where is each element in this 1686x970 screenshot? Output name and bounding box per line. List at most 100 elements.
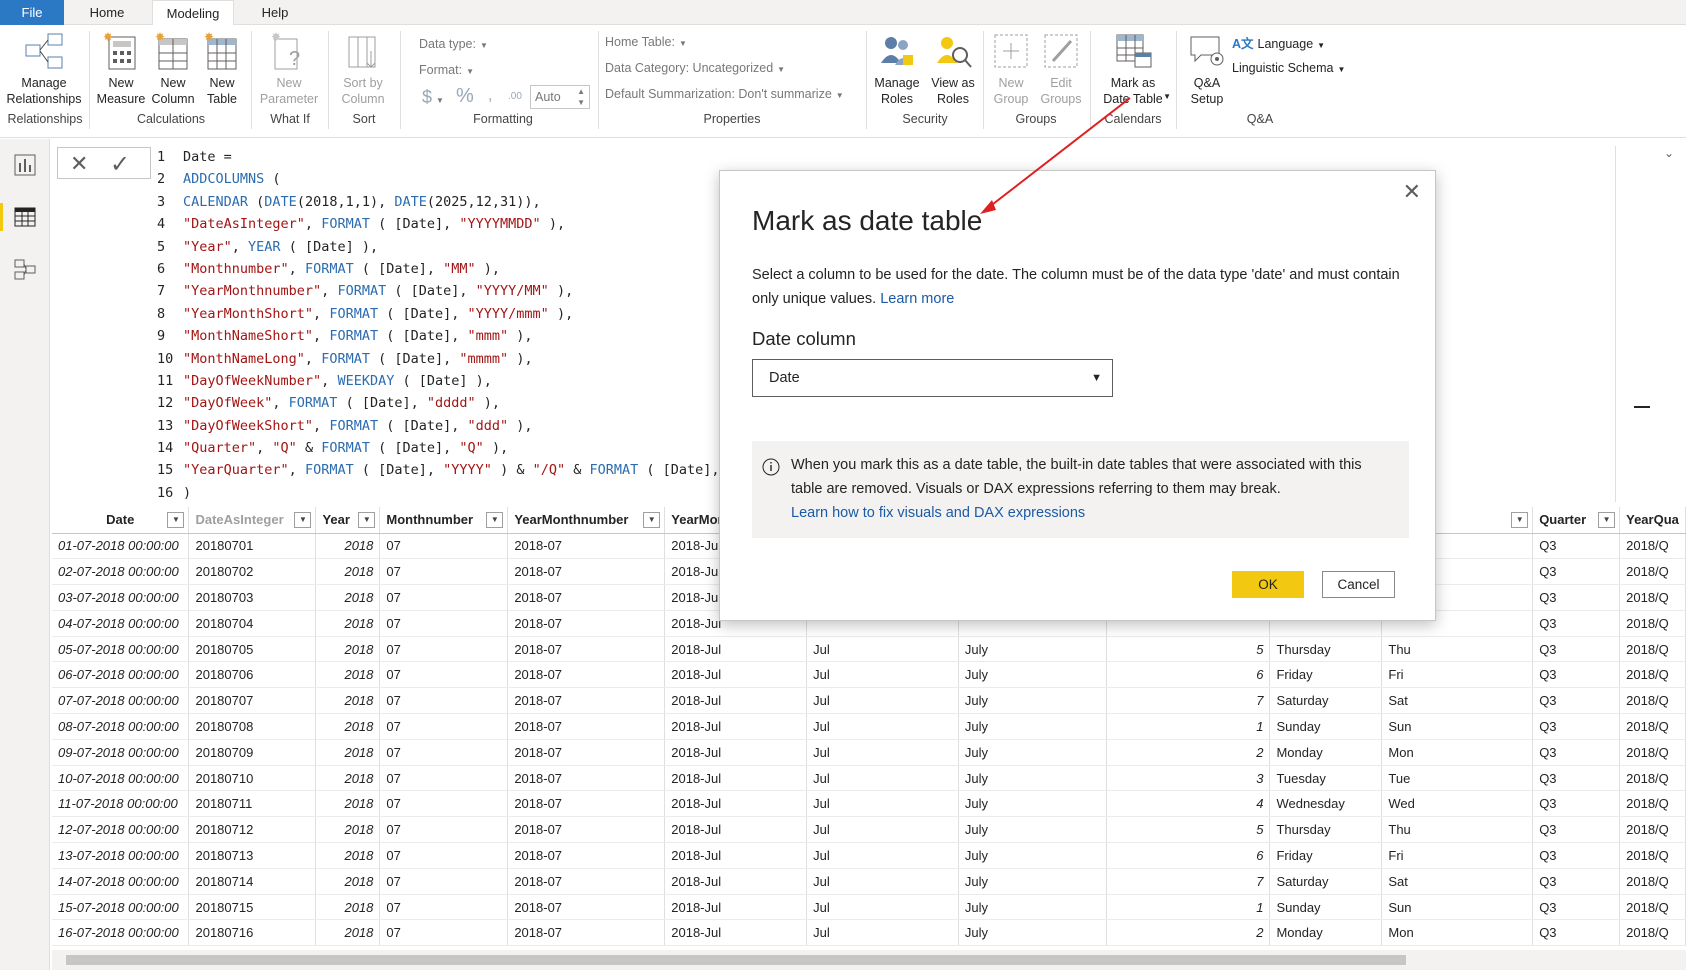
fix-visuals-link[interactable]: Learn how to fix visuals and DAX express… [791,505,1085,521]
manage-roles-button[interactable]: Manage Roles [869,31,925,107]
date-column-select[interactable]: Date ▼ [752,359,1113,397]
new-measure-button[interactable]: ✸ New Measure [95,31,147,107]
expand-formula-icon[interactable]: ⌄ [1664,146,1674,160]
scrollbar-thumb[interactable] [66,955,1406,965]
manage-relationships-button[interactable]: Manage Relationships [4,31,84,107]
formula-token: ( [ [354,261,387,277]
table-cell: Mon [1382,920,1533,946]
table-row[interactable]: 06-07-2018 00:00:00201807062018072018-07… [52,662,1686,688]
filter-dropdown-icon[interactable]: ▼ [486,512,503,528]
table-cell: 20180707 [189,688,316,714]
close-icon[interactable]: ✕ [1403,179,1421,205]
table-cell: 2018-Jul [665,791,807,817]
table-cell: Fri [1382,843,1533,869]
new-table-button[interactable]: ✸ New Table [198,31,246,107]
currency-button[interactable]: $▼ [422,87,444,108]
filter-dropdown-icon[interactable]: ▼ [643,512,660,528]
default-summarization-dropdown[interactable]: Default Summarization: Don't summarize▼ [605,87,844,101]
column-header[interactable]: YearQua [1620,507,1686,533]
table-row[interactable]: 07-07-2018 00:00:00201807072018072018-07… [52,688,1686,714]
view-as-roles-label: View as Roles [925,75,981,107]
sort-by-column-button[interactable]: Sort by Column [333,31,393,107]
view-as-roles-button[interactable]: View as Roles [925,31,981,107]
table-row[interactable]: 08-07-2018 00:00:00201807082018072018-07… [52,714,1686,740]
language-dropdown[interactable]: A文Language▼ [1232,33,1325,52]
column-header[interactable]: YearMonthnumber▼ [508,507,665,533]
home-table-dropdown[interactable]: Home Table:▼ [605,35,687,49]
filter-dropdown-icon[interactable]: ▼ [358,512,375,528]
percent-button[interactable]: % [456,85,474,108]
date-column-label: Date column [752,328,856,350]
new-column-button[interactable]: ✸ New Column [148,31,198,107]
filter-dropdown-icon[interactable]: ▼ [294,512,311,528]
table-row[interactable]: 11-07-2018 00:00:00201807112018072018-07… [52,791,1686,817]
format-dropdown[interactable]: Format:▼ [419,63,474,77]
tab-help[interactable]: Help [248,0,302,25]
horizontal-scrollbar[interactable] [52,950,1686,970]
table-cell: 12-07-2018 00:00:00 [52,817,189,843]
table-cell: 08-07-2018 00:00:00 [52,714,189,740]
table-cell: 2018-07 [508,920,665,946]
filter-dropdown-icon[interactable]: ▼ [167,512,184,528]
decimal-places-input[interactable]: Auto▲▼ [530,85,590,109]
new-group-button[interactable]: New Group [986,31,1036,107]
tab-home[interactable]: Home [76,0,138,25]
formula-token: D [402,216,410,232]
cancel-button[interactable]: Cancel [1322,571,1395,598]
column-header[interactable]: Monthnumber▼ [380,507,508,533]
roles-icon [877,31,917,71]
table-cell: 15-07-2018 00:00:00 [52,894,189,920]
tab-modeling[interactable]: Modeling [152,0,234,26]
comma-button[interactable]: , [488,87,492,105]
line-number: 12 [157,392,183,414]
data-view-button[interactable] [0,197,50,237]
column-header[interactable]: Year▼ [316,507,380,533]
filter-dropdown-icon[interactable]: ▼ [1598,512,1615,528]
formula-token: ate], [394,261,443,277]
table-cell: 20180708 [189,714,316,740]
table-cell: 20180710 [189,765,316,791]
new-parameter-button[interactable]: ? ✸ New Parameter [256,31,322,107]
table-cell: 2018 [316,610,380,636]
table-cell: 07 [380,662,508,688]
formula-token: , [321,373,337,389]
edit-groups-button[interactable]: Edit Groups [1036,31,1086,107]
linguistic-schema-dropdown[interactable]: Linguistic Schema▼ [1232,61,1345,75]
filter-dropdown-icon[interactable]: ▼ [1511,512,1528,528]
column-header[interactable]: Date▼ [52,507,189,533]
table-row[interactable]: 16-07-2018 00:00:00201807162018072018-07… [52,920,1686,946]
table-row[interactable]: 05-07-2018 00:00:00201807052018072018-07… [52,636,1686,662]
formula-token: ( [ [354,462,387,478]
table-row[interactable]: 10-07-2018 00:00:00201807102018072018-07… [52,765,1686,791]
column-header[interactable]: Quarter▼ [1533,507,1620,533]
report-view-button[interactable] [0,145,50,185]
table-row[interactable]: 09-07-2018 00:00:00201807092018072018-07… [52,739,1686,765]
ok-button[interactable]: OK [1232,571,1304,598]
ribbon-separator [866,31,867,129]
commit-formula-icon[interactable]: ✓ [110,150,130,179]
data-type-label: Data type: [419,37,476,51]
cancel-formula-icon[interactable]: ✕ [70,151,88,177]
table-cell: Q3 [1533,559,1620,585]
table-row[interactable]: 12-07-2018 00:00:00201807122018072018-07… [52,817,1686,843]
table-cell: 3 [1106,765,1270,791]
formula-token: "DateAsInteger" [183,216,305,232]
table-cell: Q3 [1533,920,1620,946]
data-category-dropdown[interactable]: Data Category: Uncategorized▼ [605,61,785,75]
tab-file[interactable]: File [0,0,64,25]
chevron-down-icon: ▼ [436,96,444,105]
column-header[interactable]: DateAsInteger▼ [189,507,316,533]
table-cell: 20180712 [189,817,316,843]
formula-token: ate], [427,283,476,299]
mark-as-date-table-button[interactable]: Mark as Date Table ▼ [1093,31,1173,107]
table-row[interactable]: 15-07-2018 00:00:00201807152018072018-07… [52,894,1686,920]
qa-setup-button[interactable]: Q&A Setup [1180,31,1234,107]
data-type-dropdown[interactable]: Data type:▼ [419,37,488,51]
table-row[interactable]: 14-07-2018 00:00:00201807142018072018-07… [52,868,1686,894]
table-row[interactable]: 13-07-2018 00:00:00201807132018072018-07… [52,843,1686,869]
formula-token: ), [508,418,532,434]
table-cell: 2018 [316,765,380,791]
power-bi-window: { "ribbon_tabs": ["File", "Home", "Model… [0,0,1686,970]
learn-more-link[interactable]: Learn more [880,291,954,307]
model-view-button[interactable] [0,249,50,289]
